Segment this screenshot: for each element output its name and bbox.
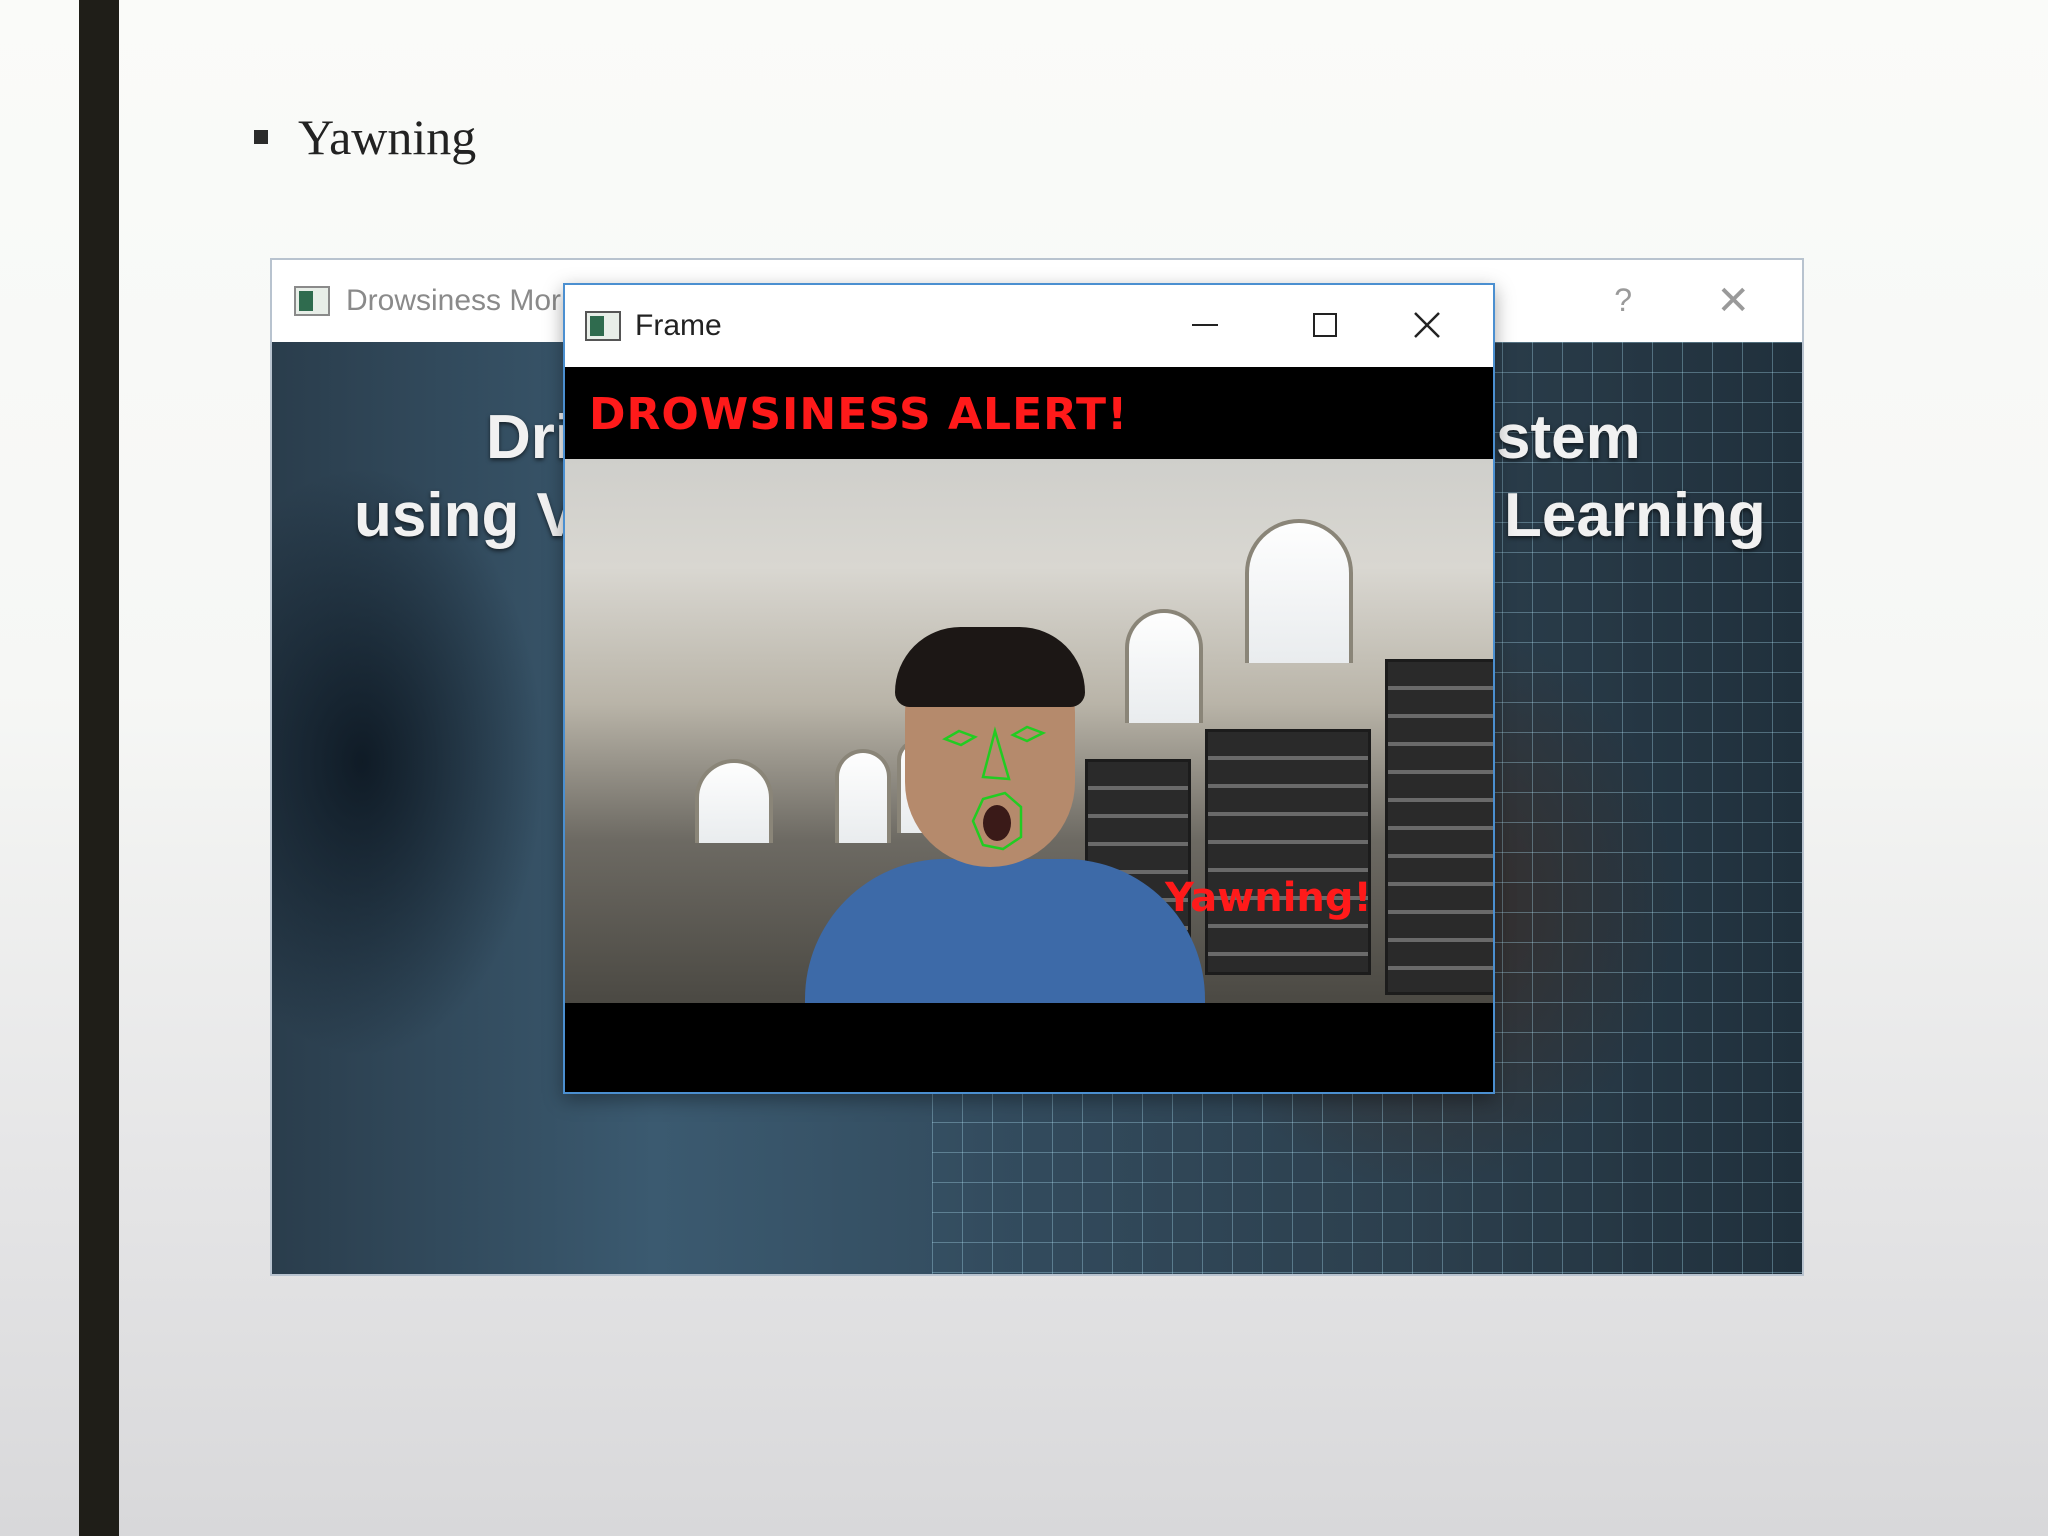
- close-icon: [1414, 312, 1440, 338]
- frame-window-titlebar[interactable]: Frame: [565, 285, 1493, 367]
- bg-title-line2-left: using V: [354, 481, 578, 550]
- camera-scene: [565, 459, 1493, 1003]
- camera-frame-view: DROWSINESS ALERT! Yawning!: [565, 367, 1493, 1092]
- back-window-close-icon[interactable]: ✕: [1716, 278, 1750, 324]
- bg-title-line1-right: stem: [1496, 403, 1641, 472]
- nose-landmark: [981, 726, 1011, 781]
- facial-landmarks-overlay: [942, 725, 1047, 851]
- bullet-text: Yawning: [298, 109, 477, 165]
- slide-left-bar: [79, 0, 119, 1536]
- maximize-button[interactable]: [1295, 303, 1355, 347]
- frame-window: Frame DROWSINESS ALERT! Yawning!: [563, 283, 1495, 1094]
- right-eye-landmark: [1010, 725, 1047, 743]
- left-eye-landmark: [942, 729, 978, 747]
- maximize-icon: [1313, 313, 1337, 337]
- back-window-title: Drowsiness Mor: [346, 284, 562, 317]
- minimize-icon: [1192, 324, 1218, 326]
- bullet-item: Yawning: [254, 108, 476, 166]
- open-mouth: [983, 805, 1011, 841]
- app-window-icon: [585, 311, 621, 341]
- bg-title-line2-right: Learning: [1504, 481, 1766, 550]
- minimize-button[interactable]: [1175, 303, 1235, 347]
- help-icon[interactable]: ?: [1614, 282, 1632, 319]
- bullet-square-icon: [254, 130, 268, 144]
- yawning-status-text: Yawning!: [1165, 875, 1372, 921]
- drowsiness-alert-text: DROWSINESS ALERT!: [589, 389, 1129, 440]
- close-button[interactable]: [1397, 303, 1457, 347]
- frame-window-title: Frame: [635, 309, 722, 342]
- bg-title-line1-left: Dri: [486, 403, 573, 472]
- app-window-icon: [294, 286, 330, 316]
